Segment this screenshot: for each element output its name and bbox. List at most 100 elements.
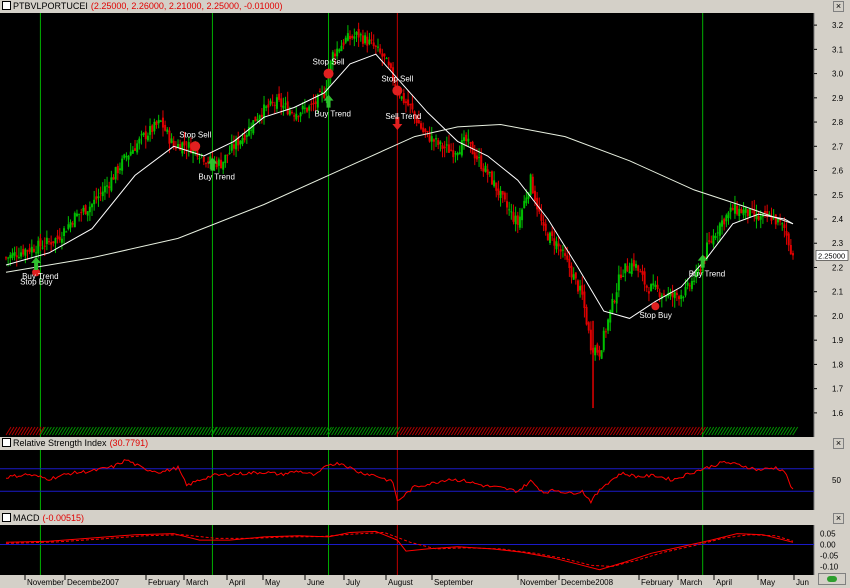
price-candle	[652, 283, 655, 286]
price-candle	[82, 207, 85, 212]
price-candle	[164, 124, 167, 131]
price-candle	[73, 213, 76, 228]
price-candle	[673, 292, 676, 299]
price-candle	[11, 253, 14, 258]
price-candle	[389, 63, 392, 69]
price-candle	[628, 271, 631, 274]
price-candle	[22, 248, 25, 255]
price-candle	[544, 223, 547, 231]
price-candle	[123, 154, 126, 159]
price-candle	[443, 146, 446, 149]
price-candle	[379, 48, 382, 53]
price-candle	[7, 257, 10, 259]
price-candle	[385, 58, 388, 60]
buy-trend-label: Buy Trend	[198, 173, 234, 182]
price-candle	[435, 138, 438, 140]
price-candle	[275, 97, 278, 109]
price-candle	[497, 188, 500, 196]
price-candle	[557, 243, 560, 247]
rsi-y-tick-label: 50	[832, 476, 841, 485]
price-candle	[226, 154, 229, 156]
x-axis-label: April	[716, 578, 732, 587]
price-candle	[239, 140, 242, 145]
price-candle	[56, 235, 59, 239]
price-candle	[9, 254, 12, 259]
price-candle	[121, 158, 124, 171]
price-candle	[293, 115, 296, 117]
price-candle	[789, 244, 792, 255]
price-candle	[725, 215, 728, 222]
chart-canvas[interactable]: Stop Buy Buy Trend Stop Sell Buy Trend Stop …	[0, 0, 850, 588]
price-candle	[551, 231, 554, 236]
price-candle	[540, 213, 543, 221]
price-candle	[78, 213, 81, 215]
price-candle	[217, 159, 220, 166]
price-candle	[142, 132, 145, 135]
scroll-handle[interactable]	[818, 573, 846, 585]
price-candle	[512, 212, 515, 222]
price-candle	[549, 232, 552, 243]
price-candle	[579, 285, 582, 291]
price-candle	[678, 296, 681, 300]
price-candle	[731, 207, 734, 211]
price-candle	[656, 284, 659, 290]
price-candle	[439, 141, 442, 145]
price-candle	[258, 115, 261, 120]
stop-sell-icon	[392, 85, 403, 96]
price-candle	[688, 285, 691, 287]
y-tick-label: 2.9	[832, 94, 844, 103]
price-candle	[99, 192, 102, 194]
price-candle	[432, 139, 435, 142]
price-candle	[645, 285, 648, 288]
price-candle	[129, 151, 132, 156]
price-candle	[508, 209, 511, 211]
price-candle	[424, 128, 427, 132]
price-candle	[39, 238, 42, 247]
price-candle	[787, 233, 790, 246]
price-candle	[278, 93, 281, 100]
rsi-plot-area-axis	[814, 450, 848, 510]
price-candle	[729, 207, 732, 212]
price-candle	[570, 265, 573, 278]
price-candle	[407, 99, 410, 106]
y-tick-label: 2.7	[832, 142, 844, 151]
price-candle	[600, 350, 603, 359]
stop-sell-icon	[190, 141, 201, 152]
price-candle	[88, 206, 91, 213]
buy-trend-label: Buy Trend	[22, 272, 58, 281]
price-candle	[295, 113, 298, 120]
price-candle	[467, 138, 470, 142]
price-candle	[95, 196, 98, 200]
price-candle	[422, 127, 425, 133]
price-candle	[594, 347, 597, 356]
price-candle	[475, 155, 478, 160]
price-candle	[288, 110, 291, 115]
price-candle	[589, 329, 592, 351]
price-candle	[473, 152, 476, 159]
price-candle	[75, 213, 78, 217]
price-candle	[619, 274, 622, 279]
price-candle	[45, 237, 48, 245]
price-candle	[114, 167, 117, 180]
price-candle	[639, 271, 642, 273]
price-candle	[514, 215, 517, 224]
price-candle	[733, 203, 736, 214]
price-candle	[622, 275, 625, 277]
price-candle	[480, 155, 483, 170]
price-candle	[495, 182, 498, 191]
price-candle	[615, 292, 618, 304]
price-candle	[624, 263, 627, 274]
price-candle	[742, 209, 745, 216]
price-candle	[153, 121, 156, 132]
price-candle	[546, 233, 549, 241]
price-candle	[250, 129, 253, 131]
price-candle	[654, 284, 657, 288]
price-candle	[381, 53, 384, 57]
price-candle	[48, 241, 51, 243]
price-candle	[310, 103, 313, 105]
y-tick-label: 1.9	[832, 336, 844, 345]
price-candle	[430, 136, 433, 142]
price-candle	[650, 284, 653, 292]
price-candle	[531, 176, 534, 194]
price-candle	[686, 282, 689, 286]
